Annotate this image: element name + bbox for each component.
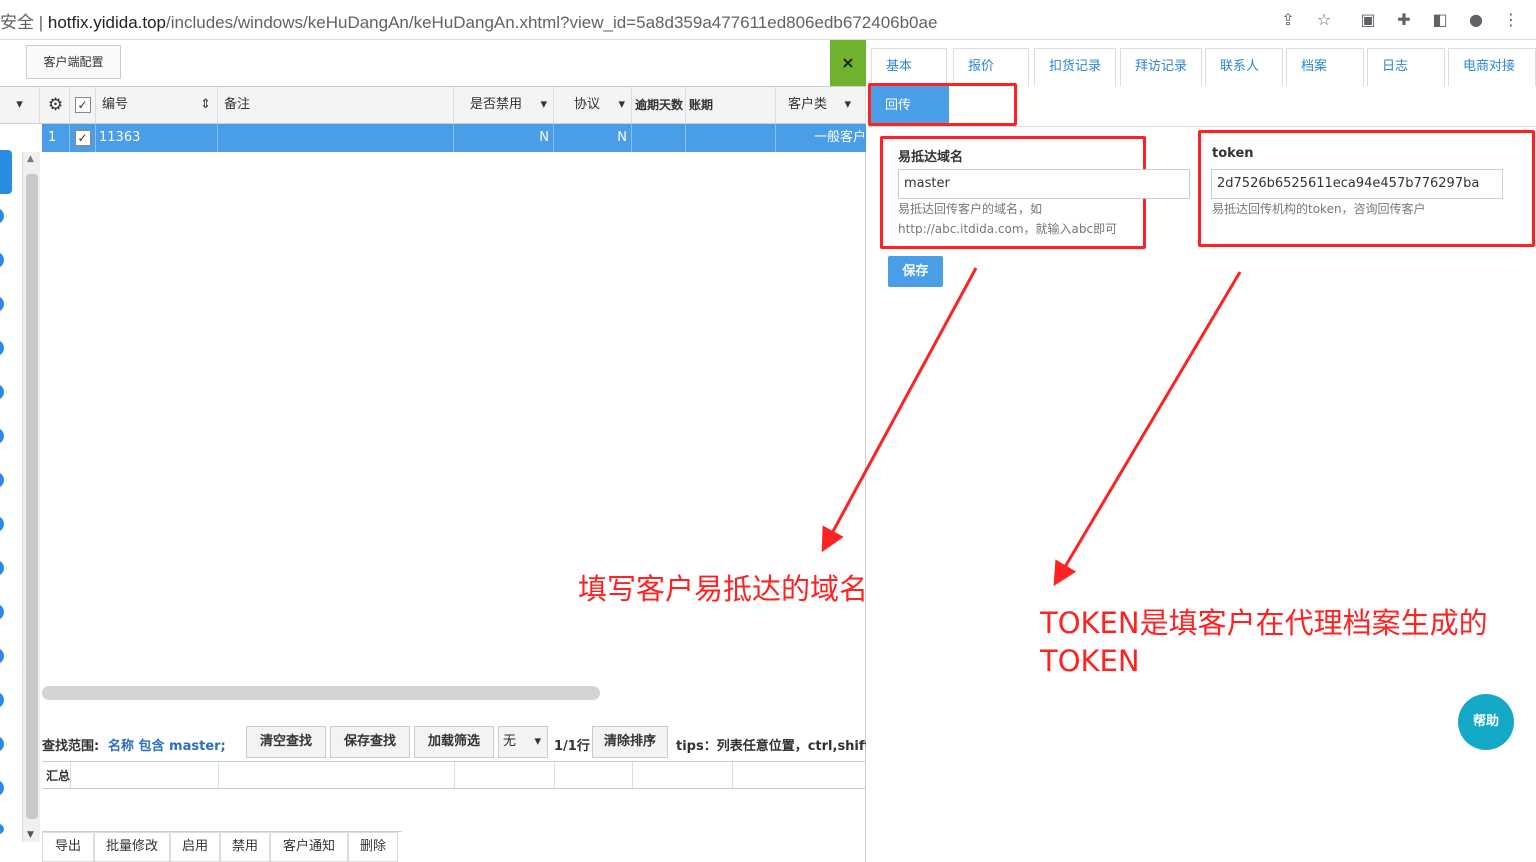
client-config-button[interactable]: 客户端配置 [26,45,121,79]
domain-label: 易抵达域名 [898,150,964,165]
export-button[interactable]: 导出 [42,832,94,862]
help-button[interactable]: 帮助 [1458,694,1514,750]
puzzle-icon[interactable]: ✚ [1393,9,1415,31]
save-search-button[interactable]: 保存查找 [330,726,410,758]
select-all-checkbox[interactable]: ✓ [70,87,96,123]
save-button[interactable]: 保存 [888,256,943,287]
filter-select[interactable]: 无 ▾ [498,726,548,758]
domain-help: 易抵达回传客户的域名，如http://abc.itdida.com，就输入abc… [898,202,1118,236]
enable-button[interactable]: 启用 [170,832,220,862]
domain-annotation: 填写客户易抵达的域名 [578,572,869,606]
row-overdue-days [632,124,686,152]
token-label: token [1212,146,1254,161]
chevron-down-icon: ▾ [540,97,547,112]
domain-input[interactable]: master [898,169,1190,199]
profile-icon[interactable]: ● [1465,9,1487,31]
security-label: 安全 [0,13,34,32]
extension-app-icon[interactable]: ▣ [1357,9,1379,31]
row-remark [218,124,454,152]
sidepanel-icon[interactable]: ◧ [1429,9,1451,31]
load-filter-button[interactable]: 加载筛选 [414,726,494,758]
col-disabled[interactable]: 是否禁用 ▾ [454,87,554,123]
row-code: 11363 [96,124,218,152]
tab-log[interactable]: 日志 [1367,48,1445,86]
chevron-down-icon[interactable]: ▾ [0,87,40,123]
scroll-down-icon[interactable]: ▼ [27,830,34,840]
star-icon[interactable]: ☆ [1313,9,1335,31]
row-customer-type: 一般客户 [813,130,866,145]
customer-list-panel: 客户端配置 × ▾ ⚙ ✓ 编号 ⇕ 备注 是否禁用 ▾ 协议 ▾ 逾期天数 账期 客… [0,40,866,862]
search-scope-value: 名称 包含 master; [108,739,226,754]
page-info: 1/1行 [554,739,590,754]
row-disabled: N [454,124,554,152]
tab-deduction-records[interactable]: 扣货记录 [1034,48,1116,86]
tab-basic[interactable]: 基本 [871,48,947,86]
token-help: 易抵达回传机构的token，咨询回传客户 [1212,202,1426,216]
token-input[interactable]: 2d7526b6525611eca94e457b776297ba [1211,169,1503,199]
chevron-down-icon: ▾ [844,97,851,112]
tab-ecommerce[interactable]: 电商对接 [1448,48,1536,86]
horizontal-scrollbar[interactable] [42,686,600,700]
gear-icon[interactable]: ⚙ [42,87,70,123]
batch-edit-button[interactable]: 批量修改 [94,832,170,862]
grid-header: ▾ ⚙ ✓ 编号 ⇕ 备注 是否禁用 ▾ 协议 ▾ 逾期天数 账期 客户类 ▾ [0,86,866,124]
url-host: hotfix.yidida.top [47,13,167,32]
chevron-down-icon: ▾ [618,97,625,112]
disable-button[interactable]: 禁用 [220,832,270,862]
clear-sort-button[interactable]: 清除排序 [592,726,668,758]
check-icon: ✓ [74,96,91,113]
scroll-up-icon[interactable]: ▲ [27,154,34,164]
browser-address-bar: 安全 | hotfix.yidida.top/includes/windows/… [0,0,1536,40]
url-bar[interactable]: 安全 | hotfix.yidida.top/includes/windows/… [0,8,937,33]
url-path: /includes/windows/keHuDangAn/keHuDangAn.… [166,13,938,32]
row-protocol: N [554,124,632,152]
clear-search-button[interactable]: 清空查找 [246,726,326,758]
summary-row: 汇总 [42,761,866,789]
row-checkbox[interactable]: ✓ [70,124,96,152]
chevron-down-icon: ▾ [534,734,541,749]
search-toolbar: 查找范围: 名称 包含 master; 清空查找 保存查找 加载筛选 无 ▾ 1… [42,725,866,761]
vertical-scrollbar[interactable]: ▲ ▼ [22,152,40,842]
close-panel-button[interactable]: × [830,40,866,86]
menu-dots-icon[interactable]: ⋮ [1500,9,1522,31]
left-edge-markers [0,148,20,834]
sort-icon: ⇕ [200,97,211,112]
table-row[interactable]: 1 ✓ 11363 N N 一般客户 [42,124,866,152]
delete-button[interactable]: 删除 [348,832,398,862]
search-scope-label: 查找范围: [42,739,100,754]
col-code[interactable]: 编号 ⇕ [96,87,218,123]
tab-archive[interactable]: 档案 [1286,48,1364,86]
notify-customer-button[interactable]: 客户通知 [270,832,348,862]
tab-visit-records[interactable]: 拜访记录 [1120,48,1202,86]
tips-text: tips：列表任意位置，ctrl,shift [676,739,866,754]
col-customer-type[interactable]: 客户类 ▾ [776,87,866,123]
row-account-period [686,124,776,152]
share-icon[interactable]: ⇪ [1277,9,1299,31]
customer-detail-panel: 基本 报价 扣货记录 拜访记录 联系人 档案 日志 电商对接 回传 易抵达域名 … [867,40,1536,862]
check-icon: ✓ [74,129,91,146]
tab-quote[interactable]: 报价 [953,48,1029,86]
col-protocol[interactable]: 协议 ▾ [554,87,632,123]
col-overdue-days[interactable]: 逾期天数 [632,87,686,123]
summary-label: 汇总 [46,769,70,783]
highlight-callback-tab [868,83,1017,126]
tab-divider [867,126,1536,127]
active-marker [0,150,12,194]
scrollbar-thumb[interactable] [26,174,38,819]
col-account-period[interactable]: 账期 [686,87,776,123]
tab-contacts[interactable]: 联系人 [1205,48,1283,86]
token-annotation: TOKEN是填客户在代理档案生成的TOKEN [1040,606,1488,678]
row-index: 1 [42,124,70,152]
bottom-action-bar: 导出 批量修改 启用 禁用 客户通知 删除 [42,831,402,862]
col-remark[interactable]: 备注 [218,87,454,123]
